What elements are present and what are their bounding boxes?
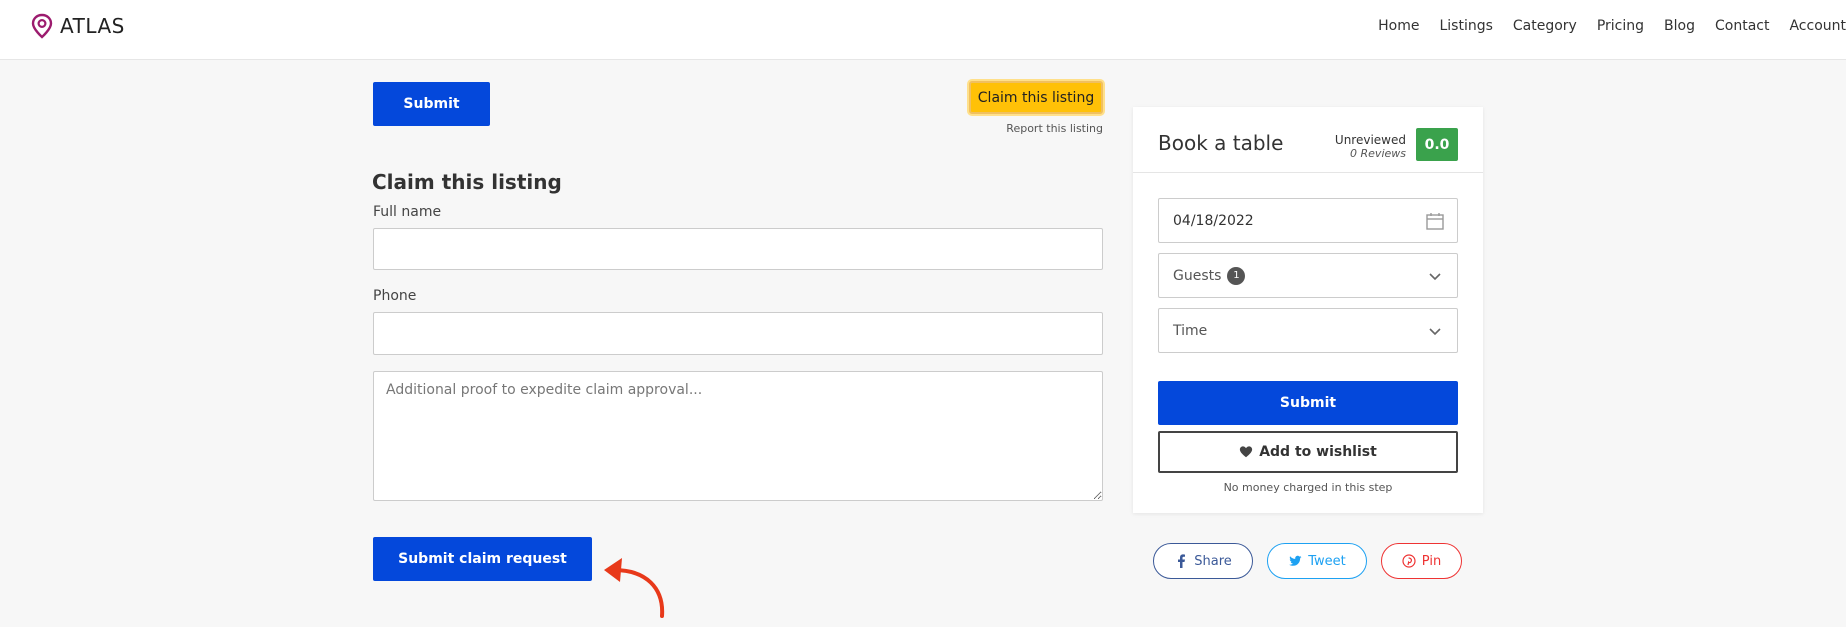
share-twitter-label: Tweet	[1308, 553, 1346, 569]
time-dropdown[interactable]: Time	[1158, 308, 1458, 353]
location-pin-icon	[31, 13, 53, 39]
share-facebook-button[interactable]: Share	[1153, 543, 1253, 579]
phone-input[interactable]	[373, 312, 1103, 355]
share-pinterest-label: Pin	[1421, 553, 1442, 569]
site-header: ATLAS Home Listings Category Pricing Blo…	[0, 0, 1846, 60]
review-summary: Unreviewed 0 Reviews	[1335, 133, 1406, 160]
brand-name: ATLAS	[60, 14, 125, 38]
nav-home[interactable]: Home	[1358, 16, 1419, 36]
share-facebook-label: Share	[1194, 553, 1232, 569]
facebook-icon	[1178, 554, 1186, 568]
nav-pricing[interactable]: Pricing	[1577, 16, 1644, 36]
rating-score-badge: 0.0	[1416, 128, 1458, 161]
time-label: Time	[1173, 322, 1208, 339]
calendar-icon	[1426, 213, 1444, 230]
heart-icon	[1240, 446, 1253, 458]
review-status: Unreviewed	[1334, 133, 1406, 147]
chevron-down-icon	[1429, 273, 1441, 281]
book-table-card: Book a table Unreviewed 0 Reviews 0.0 04…	[1133, 107, 1483, 513]
guests-count-badge: 1	[1227, 266, 1246, 285]
report-listing-link[interactable]: Report this listing	[1000, 122, 1103, 135]
proof-textarea[interactable]	[373, 371, 1103, 501]
share-pinterest-button[interactable]: Pin	[1381, 543, 1462, 579]
full-name-label: Full name	[373, 204, 442, 220]
main-nav: Home Listings Category Pricing Blog Cont…	[1358, 16, 1846, 36]
share-twitter-button[interactable]: Tweet	[1267, 543, 1367, 579]
twitter-icon	[1289, 555, 1302, 566]
booking-submit-button[interactable]: Submit	[1158, 381, 1458, 425]
nav-category[interactable]: Category	[1493, 16, 1577, 36]
chevron-down-icon	[1429, 328, 1441, 336]
submit-claim-request-button[interactable]: Submit claim request	[373, 537, 592, 581]
guests-label: Guests	[1173, 267, 1222, 284]
full-name-input[interactable]	[373, 228, 1103, 270]
submit-button[interactable]: Submit	[373, 82, 490, 126]
book-table-title: Book a table	[1158, 131, 1284, 155]
nav-blog[interactable]: Blog	[1644, 16, 1695, 36]
add-to-wishlist-button[interactable]: Add to wishlist	[1158, 431, 1458, 473]
curved-arrow-icon	[604, 558, 665, 618]
phone-label: Phone	[373, 288, 417, 304]
review-count: 0 Reviews	[1350, 147, 1406, 160]
wishlist-label: Add to wishlist	[1259, 444, 1377, 460]
claim-form-title: Claim this listing	[372, 170, 562, 194]
card-header: Book a table Unreviewed 0 Reviews 0.0	[1133, 107, 1483, 173]
no-charge-note: No money charged in this step	[1223, 481, 1393, 494]
date-picker-field[interactable]: 04/18/2022	[1158, 198, 1458, 243]
nav-listings[interactable]: Listings	[1419, 16, 1492, 36]
date-value: 04/18/2022	[1173, 212, 1254, 229]
nav-account[interactable]: Account	[1769, 16, 1846, 36]
site-logo[interactable]: ATLAS	[30, 12, 125, 40]
claim-listing-button[interactable]: Claim this listing	[969, 81, 1103, 114]
pinterest-icon	[1402, 554, 1416, 568]
guests-dropdown[interactable]: Guests 1	[1158, 253, 1458, 298]
nav-contact[interactable]: Contact	[1695, 16, 1769, 36]
